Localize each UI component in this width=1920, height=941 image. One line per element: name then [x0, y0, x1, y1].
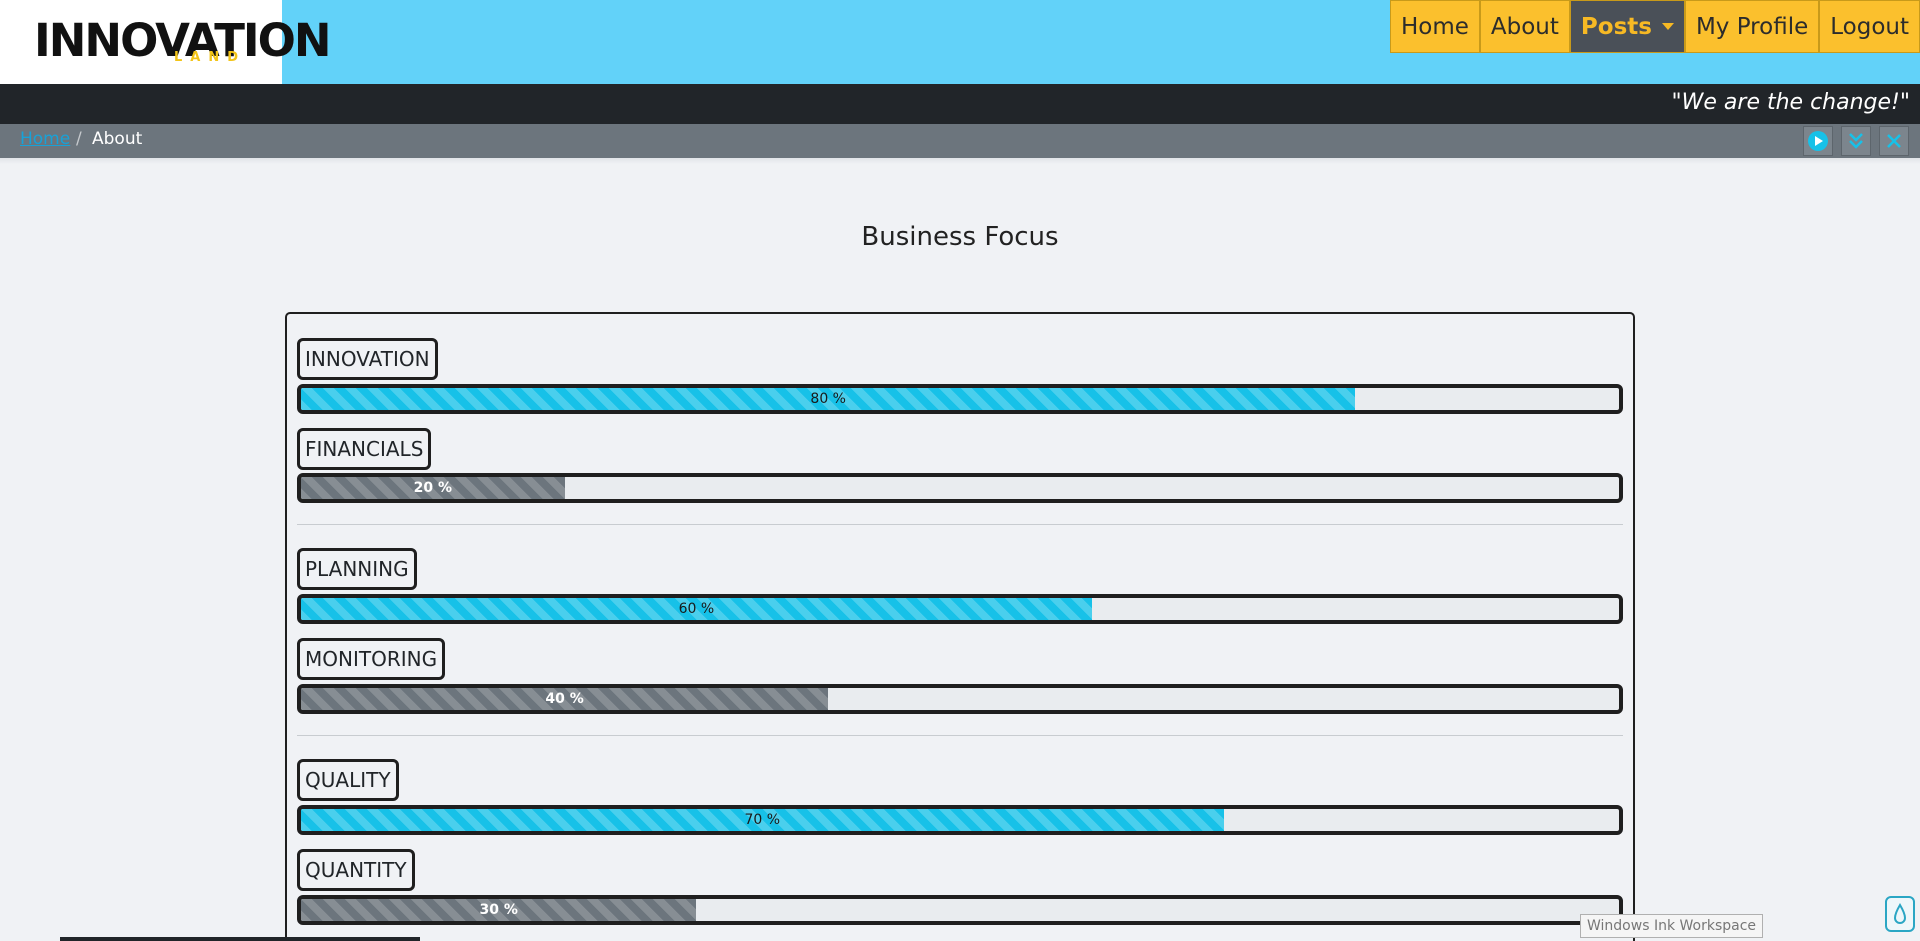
section-divider: [297, 735, 1623, 736]
expand-button[interactable]: [1841, 126, 1871, 156]
progress-bar: 30 %: [297, 895, 1623, 925]
progress-bar: 80 %: [297, 384, 1623, 414]
section-divider: [297, 524, 1623, 525]
scroll-indicator: [60, 937, 420, 941]
metric-label: FINANCIALS: [297, 428, 432, 470]
nav-posts-label: Posts: [1580, 13, 1652, 40]
caret-down-icon: [1661, 23, 1674, 30]
progress-fill: 70 %: [301, 809, 1224, 831]
quote-bar: "We are the change!": [0, 84, 1920, 124]
page-title: Business Focus: [861, 222, 1059, 252]
windows-ink-tooltip: Windows Ink Workspace: [1580, 914, 1764, 938]
double-chevron-down-icon: [1849, 133, 1863, 149]
play-button[interactable]: [1803, 126, 1833, 156]
metric-label: INNOVATION: [297, 338, 438, 380]
nav-logout[interactable]: Logout: [1819, 0, 1920, 53]
breadcrumb-current: About: [92, 129, 143, 149]
nav-about[interactable]: About: [1479, 0, 1570, 53]
metric-label: MONITORING: [297, 638, 446, 680]
logo[interactable]: INNOVATION LAND: [0, 0, 332, 84]
progress-text: 30 %: [479, 902, 518, 918]
progress-text: 40 %: [545, 691, 584, 707]
breadcrumb-home-link[interactable]: Home: [20, 129, 70, 149]
nav-about-label: About: [1490, 13, 1559, 40]
progress-fill: 80 %: [301, 388, 1356, 410]
main-nav: Home About Posts My Profile Logout: [1389, 0, 1920, 53]
breadcrumb-shadow: [0, 158, 1920, 164]
breadcrumb-separator: /: [76, 129, 82, 149]
progress-bar: 20 %: [297, 473, 1623, 503]
metric-label: PLANNING: [297, 548, 417, 590]
windows-ink-button[interactable]: [1885, 896, 1915, 932]
nav-my-profile[interactable]: My Profile: [1684, 0, 1820, 53]
close-icon: [1887, 134, 1901, 148]
progress-text: 80 %: [810, 391, 846, 407]
progress-fill: 60 %: [301, 598, 1092, 620]
nav-posts-dropdown[interactable]: Posts: [1569, 0, 1685, 53]
nav-home[interactable]: Home: [1389, 0, 1480, 53]
progress-text: 20 %: [413, 480, 452, 496]
progress-text: 60 %: [678, 601, 715, 617]
metric-label: QUANTITY: [297, 849, 415, 891]
metric-label: QUALITY: [297, 759, 399, 801]
close-button[interactable]: [1879, 126, 1909, 156]
ink-pen-icon: [1893, 903, 1907, 924]
progress-fill: 20 %: [301, 477, 565, 499]
logo-subtext: LAND: [174, 50, 247, 65]
progress-fill: 40 %: [301, 688, 829, 710]
progress-bar: 60 %: [297, 594, 1623, 624]
breadcrumb: Home / About: [0, 124, 1920, 158]
tagline-quote: "We are the change!": [1671, 90, 1910, 115]
progress-bar: 40 %: [297, 684, 1623, 714]
play-icon: [1808, 131, 1828, 151]
site-header: INNOVATION LAND Home About Posts My Prof…: [0, 0, 1920, 84]
nav-home-label: Home: [1400, 13, 1469, 40]
progress-bar: 70 %: [297, 805, 1623, 835]
progress-fill: 30 %: [301, 899, 697, 921]
nav-my-profile-label: My Profile: [1695, 13, 1809, 40]
progress-text: 70 %: [744, 812, 781, 828]
nav-logout-label: Logout: [1830, 13, 1909, 40]
